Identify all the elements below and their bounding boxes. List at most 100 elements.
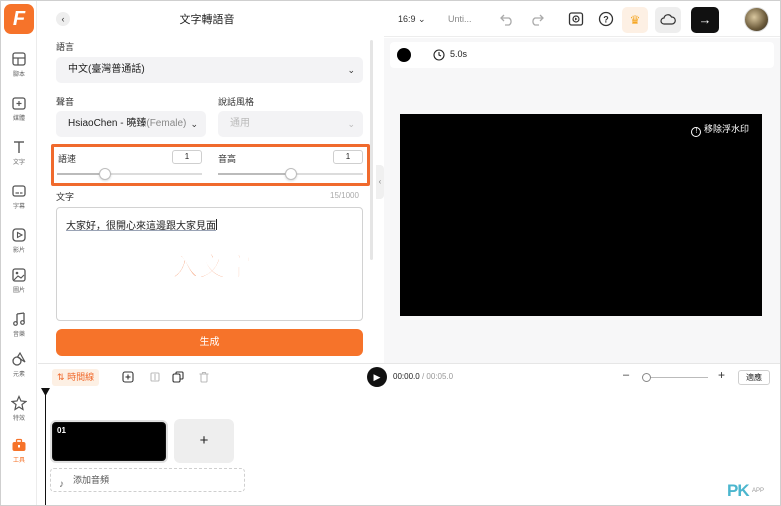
total-time: / 00:05.0 <box>421 372 454 381</box>
watermark-logo-sub: APP <box>752 488 765 494</box>
rail-item-text[interactable]: 文字 <box>1 139 37 173</box>
playhead[interactable] <box>45 390 46 505</box>
video-icon <box>12 228 26 242</box>
background-color-swatch[interactable] <box>397 48 411 62</box>
premium-button[interactable]: ♛ <box>622 7 648 33</box>
canvas-toolbar: 5.0s <box>390 42 774 68</box>
text-label: 文字 <box>56 192 75 202</box>
panel-header: 文字轉語音 ‹ <box>38 1 376 35</box>
remove-watermark-label: 移除浮水印 <box>703 124 749 134</box>
rail-item-effects[interactable]: 特效 <box>1 395 37 429</box>
top-bar: 16:9 ⌄ Unti... ? ♛ → <box>384 1 780 37</box>
duration-value[interactable]: 5.0s <box>450 49 467 59</box>
split-icon[interactable] <box>149 371 161 383</box>
image-icon <box>12 268 26 282</box>
chevron-left-icon: ‹ <box>378 177 382 186</box>
timeline-clip[interactable]: 01 <box>50 420 168 463</box>
collapse-panel-button[interactable]: ‹ <box>376 165 384 199</box>
chevron-down-icon: ⌄ <box>347 65 355 75</box>
left-rail: F 腳本 媒體 文字 字幕 影片 圖片 音樂 元素 特效 工具 <box>1 1 37 505</box>
current-time: 00:00.0 <box>393 372 420 381</box>
rail-label: 影片 <box>12 248 25 254</box>
remove-watermark-button[interactable]: ! 移除浮水印 <box>691 122 749 137</box>
rail-item-image[interactable]: 圖片 <box>1 267 37 301</box>
rail-label: 工具 <box>12 458 25 464</box>
video-preview[interactable]: ! 移除浮水印 <box>400 114 762 316</box>
zoom-out-button[interactable]: – <box>623 369 629 381</box>
rail-label: 字幕 <box>12 204 25 210</box>
chevron-down-icon: ⌄ <box>418 14 426 24</box>
subtitle-icon <box>12 185 26 197</box>
highlight-box <box>51 144 370 186</box>
project-name[interactable]: Unti... <box>448 14 472 24</box>
rail-item-script[interactable]: 腳本 <box>1 51 37 85</box>
language-select[interactable]: 中文(臺灣普通話) ⌄ <box>56 57 363 83</box>
app-logo[interactable]: F <box>4 4 34 34</box>
duplicate-icon[interactable] <box>172 371 184 383</box>
effects-icon <box>11 395 27 411</box>
clip-number: 01 <box>57 426 66 435</box>
rail-item-tools[interactable]: 工具 <box>1 437 37 471</box>
plus-icon: + <box>199 432 209 449</box>
rail-label: 音樂 <box>12 332 25 338</box>
preview-icon[interactable] <box>568 11 584 27</box>
clock-icon <box>433 49 445 61</box>
add-audio-track[interactable]: ♪ 添加音頻 <box>50 468 245 492</box>
language-label: 語言 <box>56 42 75 52</box>
timeline-toggle[interactable]: ⇅ 時間線 <box>52 369 100 386</box>
rail-item-video[interactable]: 影片 <box>1 227 37 261</box>
music-note-icon: ♪ <box>59 479 64 490</box>
timeline-toggle-label: 時間線 <box>67 372 95 382</box>
rail-label: 元素 <box>12 372 25 378</box>
rail-item-music[interactable]: 音樂 <box>1 311 37 345</box>
chevron-down-icon: ⌄ <box>347 119 355 129</box>
rail-item-media[interactable]: 媒體 <box>1 95 37 129</box>
voice-label: 聲音 <box>56 97 75 107</box>
chevron-left-icon: ‹ <box>61 14 65 24</box>
svg-text:?: ? <box>603 15 609 25</box>
text-icon <box>14 141 24 153</box>
arrow-right-icon: → <box>698 12 712 27</box>
redo-icon[interactable] <box>529 11 545 27</box>
voice-select[interactable]: HsiaoChen - 曉臻(Female) ⌄ <box>56 111 206 137</box>
voice-gender: (Female) <box>146 118 187 129</box>
aspect-ratio-value: 16:9 <box>398 14 416 24</box>
play-button[interactable]: ▶ <box>367 367 387 387</box>
timecode: 00:00.0 / 00:05.0 <box>393 372 453 381</box>
rail-item-subtitle[interactable]: 字幕 <box>1 183 37 217</box>
script-icon <box>12 52 26 66</box>
play-icon: ▶ <box>373 372 381 382</box>
delete-icon[interactable] <box>198 371 210 383</box>
fit-button[interactable]: 適應 <box>738 370 770 385</box>
help-icon[interactable]: ? <box>598 11 614 27</box>
cloud-icon <box>660 14 676 25</box>
media-icon <box>12 97 26 110</box>
panel-scrollbar[interactable] <box>370 40 373 260</box>
back-button[interactable]: ‹ <box>56 12 70 26</box>
undo-icon[interactable] <box>499 11 515 27</box>
overlay-caption: 輸入文字 <box>144 252 254 283</box>
style-select[interactable]: 通用 ⌄ <box>218 111 363 137</box>
generate-button[interactable]: 生成 <box>56 329 363 356</box>
text-input-value: 大家好，很開心來這邊跟大家見面 <box>66 219 217 232</box>
zoom-slider-knob[interactable] <box>642 373 651 382</box>
tools-icon <box>12 438 26 451</box>
zoom-slider[interactable] <box>642 377 708 378</box>
zoom-in-button[interactable]: + <box>718 368 725 382</box>
add-audio-label: 添加音頻 <box>73 475 110 485</box>
add-clip-button[interactable]: + <box>174 419 234 463</box>
info-icon: ! <box>691 127 702 137</box>
export-button[interactable]: → <box>691 7 719 33</box>
avatar[interactable] <box>744 7 769 32</box>
watermark-logo: PK <box>727 481 750 500</box>
text-caret <box>216 219 217 230</box>
add-icon[interactable] <box>122 371 134 383</box>
rail-label: 腳本 <box>12 72 25 78</box>
cloud-button[interactable] <box>655 7 681 33</box>
rail-item-elements[interactable]: 元素 <box>1 351 37 385</box>
plus-icon: + <box>718 368 726 382</box>
elements-icon <box>12 351 26 366</box>
aspect-ratio-select[interactable]: 16:9 ⌄ <box>398 14 426 25</box>
rail-label: 媒體 <box>12 116 25 122</box>
music-icon <box>13 312 25 326</box>
